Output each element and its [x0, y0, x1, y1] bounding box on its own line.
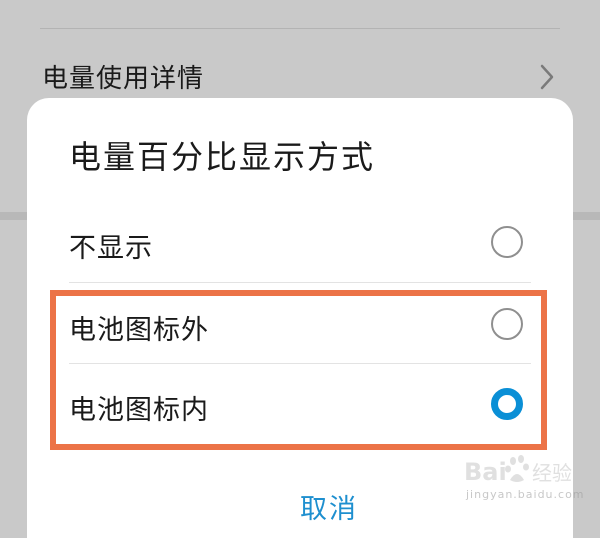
option-label: 不显示 — [69, 233, 153, 264]
background-divider — [40, 28, 560, 29]
battery-usage-details-label: 电量使用详情 — [42, 64, 205, 94]
watermark-url: jingyan.baidu.com — [466, 488, 585, 501]
baidu-jingyan-watermark: Bai 经验 jingyan.baidu.com — [462, 452, 584, 512]
background-band — [573, 212, 600, 220]
highlight-annotation-box — [50, 290, 547, 450]
option-hide[interactable]: 不显示 — [27, 202, 573, 282]
svg-text:Bai: Bai — [464, 458, 507, 486]
radio-button[interactable] — [491, 226, 523, 258]
dialog-title: 电量百分比显示方式 — [69, 138, 376, 176]
background-band — [0, 212, 27, 220]
baidu-logo-icon: Bai 经验 — [464, 455, 572, 486]
chevron-right-icon — [540, 64, 554, 90]
svg-text:经验: 经验 — [532, 461, 572, 485]
option-divider — [69, 282, 531, 283]
cancel-button[interactable]: 取消 — [269, 487, 389, 527]
